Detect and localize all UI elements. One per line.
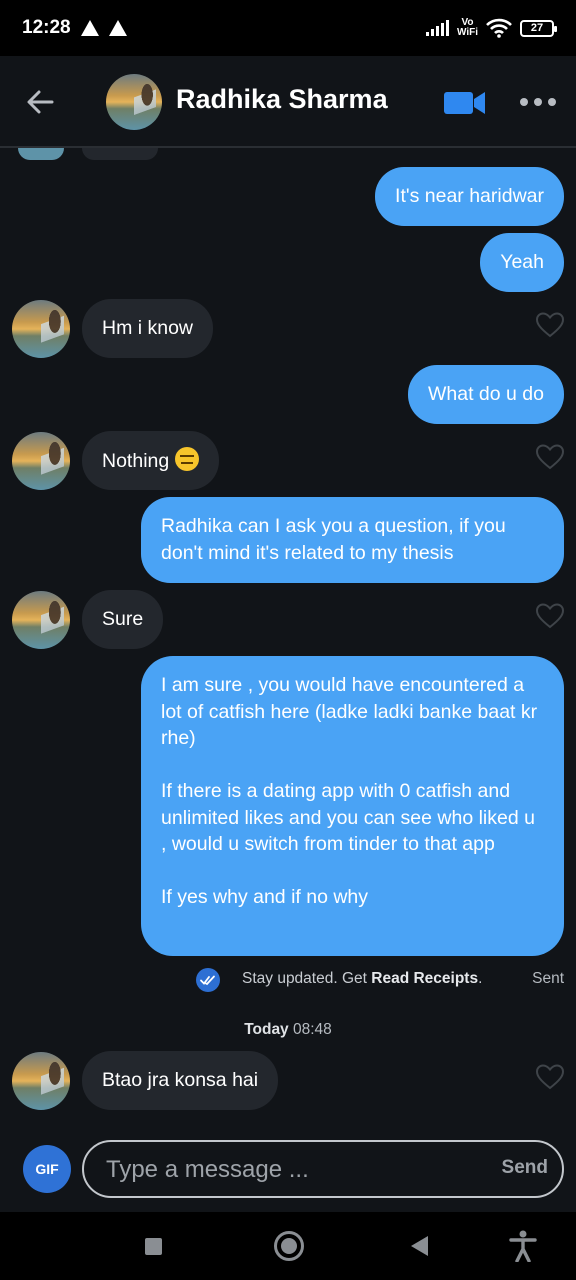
- contact-avatar[interactable]: [12, 300, 70, 358]
- status-time: 12:28: [22, 17, 71, 38]
- outgoing-message[interactable]: Yeah: [480, 233, 564, 292]
- vowifi-label: Vo WiFi: [456, 17, 478, 38]
- message-bubble-partial: [82, 148, 158, 160]
- read-receipts-row: Stay updated. Get Read Receipts. Sent: [0, 966, 576, 994]
- contact-avatar[interactable]: [12, 432, 70, 490]
- outgoing-message[interactable]: Radhika can I ask you a question, if you…: [141, 497, 564, 583]
- home-icon[interactable]: [274, 1231, 304, 1261]
- system-nav-bar: [0, 1212, 576, 1280]
- recents-icon[interactable]: [145, 1238, 162, 1255]
- message-text: Nothing: [102, 450, 170, 472]
- contact-name[interactable]: Radhika Sharma: [176, 84, 388, 115]
- incoming-message[interactable]: Nothing: [82, 431, 220, 490]
- read-receipts-link[interactable]: Read Receipts: [371, 970, 478, 987]
- more-options-icon[interactable]: [520, 90, 556, 114]
- expressionless-face-emoji-icon: [175, 447, 200, 471]
- status-icons: Vo WiFi 27: [425, 17, 557, 38]
- status-bar: 12:28 Vo WiFi 27: [0, 0, 576, 56]
- send-button[interactable]: Send: [502, 1157, 548, 1179]
- heart-icon[interactable]: [536, 1064, 564, 1090]
- incoming-message[interactable]: Btao jra konsa hai: [82, 1051, 279, 1110]
- outgoing-message[interactable]: I am sure , you would have encountered a…: [141, 656, 564, 956]
- accessibility-icon[interactable]: [508, 1230, 538, 1262]
- video-call-icon[interactable]: [444, 90, 486, 116]
- message-composer: Send: [82, 1140, 564, 1198]
- back-triangle-icon[interactable]: [411, 1236, 428, 1256]
- alert-icon: [80, 20, 99, 36]
- date-divider: Today 08:48: [244, 1021, 332, 1038]
- chat-header: Radhika Sharma: [0, 56, 576, 148]
- contact-avatar[interactable]: [106, 74, 162, 130]
- wifi-icon: [486, 18, 512, 38]
- contact-avatar[interactable]: [12, 1052, 70, 1110]
- gif-button[interactable]: GIF: [23, 1145, 71, 1193]
- read-receipt-check-icon[interactable]: [196, 968, 220, 992]
- battery-icon: 27: [520, 19, 557, 37]
- message-input[interactable]: [106, 1152, 466, 1188]
- contact-avatar[interactable]: [12, 591, 70, 649]
- read-receipts-prompt: Stay updated. Get Read Receipts.: [242, 970, 483, 987]
- heart-icon[interactable]: [536, 312, 564, 338]
- incoming-message[interactable]: Sure: [82, 590, 164, 649]
- outgoing-message[interactable]: What do u do: [408, 365, 564, 424]
- signal-icon: [425, 20, 449, 36]
- message-status: Sent: [532, 970, 564, 987]
- alert-icon: [108, 20, 127, 36]
- outgoing-message[interactable]: It's near haridwar: [375, 167, 564, 226]
- incoming-message[interactable]: Hm i know: [82, 299, 214, 358]
- contact-avatar-partial: [18, 148, 64, 160]
- heart-icon[interactable]: [536, 603, 564, 629]
- back-arrow-icon[interactable]: [22, 84, 58, 120]
- heart-icon[interactable]: [536, 444, 564, 470]
